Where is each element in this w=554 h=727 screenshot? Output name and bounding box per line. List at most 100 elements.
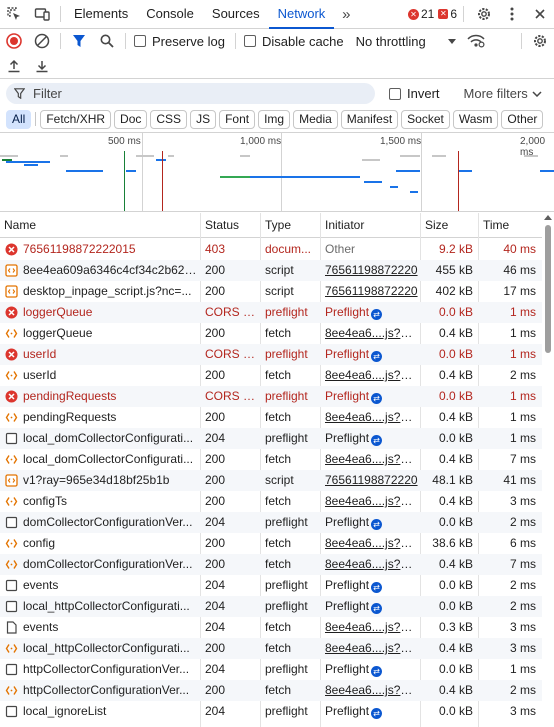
- request-name[interactable]: local_httpCollectorConfigurati...: [0, 596, 199, 617]
- request-name[interactable]: local_httpCollectorConfigurati...: [0, 638, 199, 659]
- error-count-badge[interactable]: ✕ 21: [407, 7, 434, 21]
- close-devtools-icon[interactable]: [526, 0, 554, 28]
- request-initiator[interactable]: 8ee4ea6....js?nc=M: [321, 491, 419, 512]
- request-initiator[interactable]: 76561198872220: [321, 281, 419, 302]
- table-row[interactable]: desktop_inpage_script.js?nc=... 200 script…: [0, 281, 542, 302]
- checkbox-box[interactable]: [389, 87, 401, 100]
- table-row[interactable]: pendingRequests CORS e... preflight Preflig…: [0, 386, 542, 407]
- table-row[interactable]: 8ee4ea609a6346c4cf34c2b621... 200 script 76…: [0, 260, 542, 281]
- preserve-log-checkbox[interactable]: Preserve log: [134, 34, 225, 49]
- chip-manifest[interactable]: Manifest: [340, 109, 399, 129]
- table-row[interactable]: loggerQueue CORS e... preflight Preflight ⇄ 0…: [0, 302, 542, 323]
- table-row[interactable]: local_httpCollectorConfigurati... 200 fetc…: [0, 638, 542, 659]
- request-initiator[interactable]: 76561198872220: [321, 470, 419, 491]
- col-header-time[interactable]: Time: [479, 213, 542, 238]
- import-har-icon[interactable]: [0, 54, 28, 78]
- chip-socket[interactable]: Socket: [401, 109, 450, 129]
- preflight-link-icon[interactable]: ⇄: [371, 309, 383, 320]
- disable-cache-checkbox[interactable]: Disable cache: [243, 34, 344, 49]
- request-name[interactable]: pendingRequests: [0, 386, 199, 407]
- filter-input[interactable]: [33, 86, 333, 101]
- table-row[interactable]: loggerQueue 200 fetch 8ee4ea6....js?nc=M 0.4…: [0, 323, 542, 344]
- chip-media[interactable]: Media: [293, 109, 338, 129]
- chip-fetch-xhr[interactable]: Fetch/XHR: [40, 109, 112, 129]
- chip-img[interactable]: Img: [258, 109, 291, 129]
- kebab-menu-icon[interactable]: [498, 0, 526, 28]
- tab-network[interactable]: Network: [268, 0, 335, 29]
- checkbox-box[interactable]: [134, 35, 146, 47]
- tab-sources[interactable]: Sources: [203, 0, 269, 28]
- chip-doc[interactable]: Doc: [114, 109, 148, 129]
- table-row[interactable]: v1?ray=965e34d18bf25b1b 200 script 76561198…: [0, 470, 542, 491]
- table-row[interactable]: domCollectorConfigurationVer... 200 fetch 8…: [0, 554, 542, 575]
- scroll-up-arrow-icon[interactable]: [544, 215, 552, 220]
- preflight-link-icon[interactable]: ⇄: [371, 435, 383, 446]
- chip-js[interactable]: JS: [190, 109, 217, 129]
- request-initiator[interactable]: 8ee4ea6....js?nc=M: [321, 365, 419, 386]
- settings-gear-icon[interactable]: [470, 0, 498, 28]
- request-initiator[interactable]: 8ee4ea6....js?nc=M: [321, 533, 419, 554]
- more-filters-dropdown[interactable]: More filters: [464, 86, 542, 101]
- network-settings-gear-icon[interactable]: [526, 29, 554, 53]
- request-name[interactable]: config: [0, 533, 199, 554]
- table-row[interactable]: config 200 fetch 8ee4ea6....js?nc=M 38.6 kB 6…: [0, 533, 542, 554]
- chip-css[interactable]: CSS: [150, 109, 188, 129]
- request-initiator[interactable]: 8ee4ea6....js?nc=M: [321, 449, 419, 470]
- table-row[interactable]: events 204 preflight Preflight ⇄ 0.0 kB 2 ms: [0, 575, 542, 596]
- export-har-icon[interactable]: [28, 54, 56, 78]
- request-name[interactable]: 76561198872222015: [0, 239, 199, 260]
- preflight-link-icon[interactable]: ⇄: [371, 582, 383, 593]
- request-name[interactable]: local_domCollectorConfigurati...: [0, 449, 199, 470]
- request-initiator[interactable]: 8ee4ea6....js?nc=M: [321, 323, 419, 344]
- request-initiator[interactable]: 8ee4ea6....js?nc=M: [321, 554, 419, 575]
- request-name[interactable]: local_ignoreList: [0, 701, 199, 722]
- preflight-link-icon[interactable]: ⇄: [371, 708, 383, 719]
- table-row[interactable]: pendingRequests 200 fetch 8ee4ea6....js?nc=…: [0, 407, 542, 428]
- request-name[interactable]: loggerQueue: [0, 302, 199, 323]
- table-row[interactable]: httpCollectorConfigurationVer... 204 prefl…: [0, 659, 542, 680]
- request-initiator[interactable]: 8ee4ea6....js?nc=M: [321, 407, 419, 428]
- inspect-element-icon[interactable]: [0, 0, 28, 28]
- request-name[interactable]: domCollectorConfigurationVer...: [0, 554, 199, 575]
- request-initiator[interactable]: 8ee4ea6....js?nc=M: [321, 617, 419, 638]
- invert-checkbox[interactable]: Invert: [389, 86, 440, 101]
- request-name[interactable]: userId: [0, 365, 199, 386]
- request-name[interactable]: pendingRequests: [0, 407, 199, 428]
- request-name[interactable]: loggerQueue: [0, 323, 199, 344]
- clear-icon[interactable]: [28, 29, 56, 53]
- tab-elements[interactable]: Elements: [65, 0, 137, 28]
- table-row[interactable]: local_ignoreList 204 preflight Preflight ⇄ 0.…: [0, 701, 542, 722]
- request-name[interactable]: v1?ray=965e34d18bf25b1b: [0, 470, 199, 491]
- request-name[interactable]: events: [0, 617, 199, 638]
- request-name[interactable]: local_domCollectorConfigurati...: [0, 428, 199, 449]
- table-row[interactable]: userId 200 fetch 8ee4ea6....js?nc=M 0.4 kB 2 …: [0, 365, 542, 386]
- request-initiator[interactable]: 76561198872220: [321, 260, 419, 281]
- table-row[interactable]: domCollectorConfigurationVer... 204 prefli…: [0, 512, 542, 533]
- request-initiator[interactable]: 8ee4ea6....js?nc=M: [321, 680, 419, 701]
- search-icon[interactable]: [93, 29, 121, 53]
- table-row[interactable]: 76561198872222015 403 docum... Other 9.2 kB 4…: [0, 239, 542, 260]
- table-row[interactable]: configTs 200 fetch 8ee4ea6....js?nc=M 0.4 kB…: [0, 491, 542, 512]
- request-name[interactable]: 8ee4ea609a6346c4cf34c2b621...: [0, 260, 199, 281]
- col-header-status[interactable]: Status: [201, 213, 261, 238]
- device-toolbar-icon[interactable]: [28, 0, 56, 28]
- table-row[interactable]: local_domCollectorConfigurati... 200 fetch…: [0, 449, 542, 470]
- more-tabs-icon[interactable]: »: [336, 6, 356, 23]
- request-name[interactable]: configTs: [0, 491, 199, 512]
- request-name[interactable]: domCollectorConfigurationVer...: [0, 512, 199, 533]
- chip-all[interactable]: All: [6, 109, 32, 129]
- record-stop-icon[interactable]: [0, 29, 28, 53]
- table-row[interactable]: events 204 fetch 8ee4ea6....js?nc=M 0.3 kB 3 …: [0, 617, 542, 638]
- request-name[interactable]: httpCollectorConfigurationVer...: [0, 659, 199, 680]
- preflight-link-icon[interactable]: ⇄: [371, 393, 383, 404]
- col-header-size[interactable]: Size: [421, 213, 479, 238]
- network-overview-timeline[interactable]: 500 ms 1,000 ms 1,500 ms 2,000 ms: [0, 132, 554, 212]
- request-name[interactable]: httpCollectorConfigurationVer...: [0, 680, 199, 701]
- chip-font[interactable]: Font: [219, 109, 256, 129]
- request-name[interactable]: userId: [0, 344, 199, 365]
- preflight-link-icon[interactable]: ⇄: [371, 666, 383, 677]
- checkbox-box[interactable]: [243, 35, 256, 47]
- chip-wasm[interactable]: Wasm: [452, 109, 499, 129]
- warning-count-badge[interactable]: ✕ 6: [438, 7, 457, 21]
- table-row[interactable]: local_httpCollectorConfigurati... 204 pref…: [0, 596, 542, 617]
